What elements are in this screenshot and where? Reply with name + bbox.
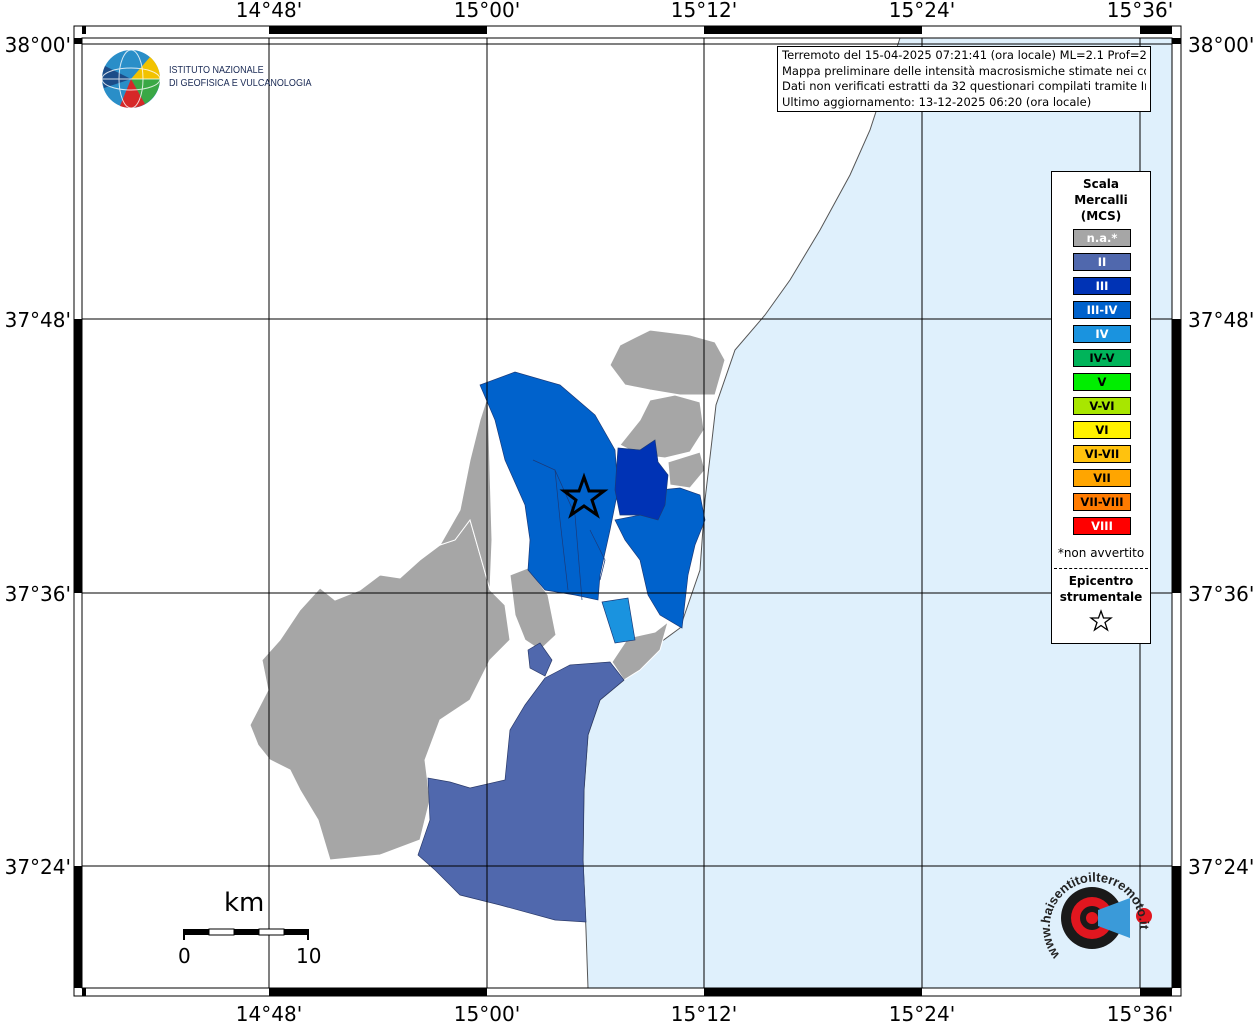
lat-tick-left: 37°36' (5, 582, 71, 606)
event-info-box: Terremoto del 15-04-2025 07:21:41 (ora l… (777, 46, 1151, 112)
legend-swatch: IV (1073, 325, 1131, 343)
frame-seg-left-1 (74, 38, 82, 44)
legend-swatch: VI-VII (1073, 445, 1131, 463)
scale-start-label: 0 (178, 944, 191, 968)
event-info-line2: Mappa preliminare delle intensità macros… (782, 63, 1146, 78)
legend-epicenter-line2: strumentale (1059, 590, 1143, 604)
region-iv (601, 597, 636, 644)
frame-seg-bottom-2 (269, 988, 487, 996)
frame-seg-left-2 (74, 319, 82, 593)
legend-swatch: IV-V (1073, 349, 1131, 367)
frame-seg-bottom-1 (82, 988, 86, 996)
ingv-logo-line1: ISTITUTO NAZIONALE (169, 64, 264, 76)
legend-epicenter-line1: Epicentro (1068, 574, 1134, 588)
frame-seg-bottom-3 (704, 988, 922, 996)
lon-tick-bottom: 15°00' (454, 1002, 520, 1024)
frame-seg-left-3 (74, 866, 82, 988)
frame-seg-top-4 (1140, 26, 1172, 34)
legend-note: *non avvertito (1057, 546, 1145, 560)
legend-swatch: II (1073, 253, 1131, 271)
legend-title-line1: Scala (1082, 177, 1120, 191)
globe-icon (101, 49, 161, 109)
lat-tick-left: 37°24' (5, 855, 71, 879)
lat-tick-right: 37°48' (1188, 308, 1254, 332)
scale-seg-5 (284, 929, 308, 935)
lat-tick-right: 37°24' (1188, 855, 1254, 879)
ingv-logo: ISTITUTO NAZIONALE DI GEOFISICA E VULCAN… (100, 48, 340, 110)
legend-title-line3: (MCS) (1080, 209, 1122, 223)
event-info-line1: Terremoto del 15-04-2025 07:21:41 (ora l… (782, 48, 1146, 62)
scale-seg-3 (234, 929, 259, 935)
scale-seg-2 (208, 928, 235, 936)
scale-end-label: 10 (296, 944, 322, 968)
scale-seg-1 (184, 929, 209, 935)
frame-seg-top-1 (82, 26, 86, 34)
legend-title: Scala Mercalli (MCS) (1052, 176, 1150, 224)
ingv-logo-line2: DI GEOFISICA E VULCANOLOGIA (169, 77, 312, 89)
lat-tick-left: 37°48' (5, 308, 71, 332)
legend-swatch: n.a.* (1073, 229, 1131, 247)
region-ii-small (527, 642, 553, 677)
frame-seg-right-1 (1172, 38, 1181, 44)
lat-tick-left: 38°00' (5, 33, 71, 57)
legend-swatch: VI (1073, 421, 1131, 439)
scale-seg-4 (258, 928, 285, 936)
legend-swatch: VIII (1073, 517, 1131, 535)
frame-seg-bottom-4 (1140, 988, 1172, 996)
legend-swatch: III (1073, 277, 1131, 295)
frame-seg-top-3 (704, 26, 922, 34)
scale-bar (183, 928, 309, 940)
legend-swatch: III-IV (1073, 301, 1131, 319)
event-info-line3: Dati non verificati estratti da 32 quest… (782, 79, 1146, 93)
lat-tick-right: 38°00' (1188, 33, 1254, 57)
region-iii-iv-north (479, 371, 619, 601)
lon-tick-bottom: 14°48' (236, 1002, 302, 1024)
region-na-north-1 (609, 329, 726, 396)
lon-tick-bottom: 15°12' (671, 1002, 737, 1024)
legend-swatch: VII-VIII (1073, 493, 1131, 511)
frame-seg-right-3 (1172, 866, 1181, 988)
legend-star-icon (1089, 609, 1113, 632)
legend-swatch: V (1073, 373, 1131, 391)
legend-title-line2: Mercalli (1074, 193, 1128, 207)
region-na-north-2 (619, 394, 705, 459)
scale-unit-label: km (224, 888, 265, 918)
lon-tick-bottom: 15°24' (889, 1002, 955, 1024)
ingv-logo-text: ISTITUTO NAZIONALE DI GEOFISICA E VULCAN… (169, 64, 312, 90)
event-info-line4: Ultimo aggiornamento: 13-12-2025 06:20 (… (782, 94, 1092, 109)
legend-epicenter-label: Epicentro strumentale (1052, 573, 1150, 605)
lon-tick-top: 14°48' (236, 0, 302, 22)
lon-tick-bottom: 15°36' (1107, 1002, 1173, 1024)
legend-separator (1054, 568, 1148, 569)
legend-swatch: V-VI (1073, 397, 1131, 415)
lon-tick-top: 15°24' (889, 0, 955, 22)
badge-core (1086, 912, 1098, 924)
lon-tick-top: 15°12' (671, 0, 737, 22)
frame-seg-right-2 (1172, 319, 1181, 593)
lon-tick-top: 15°00' (454, 0, 520, 22)
frame-seg-top-2 (269, 26, 487, 34)
intensity-legend: Scala Mercalli (MCS) n.a.* II III III-IV IV I… (1051, 171, 1151, 644)
legend-swatch: VII (1073, 469, 1131, 487)
lon-tick-top: 15°36' (1107, 0, 1173, 22)
legend-star-shape (1089, 609, 1113, 632)
lat-tick-right: 37°36' (1188, 582, 1254, 606)
region-na-coast-east (667, 451, 706, 489)
